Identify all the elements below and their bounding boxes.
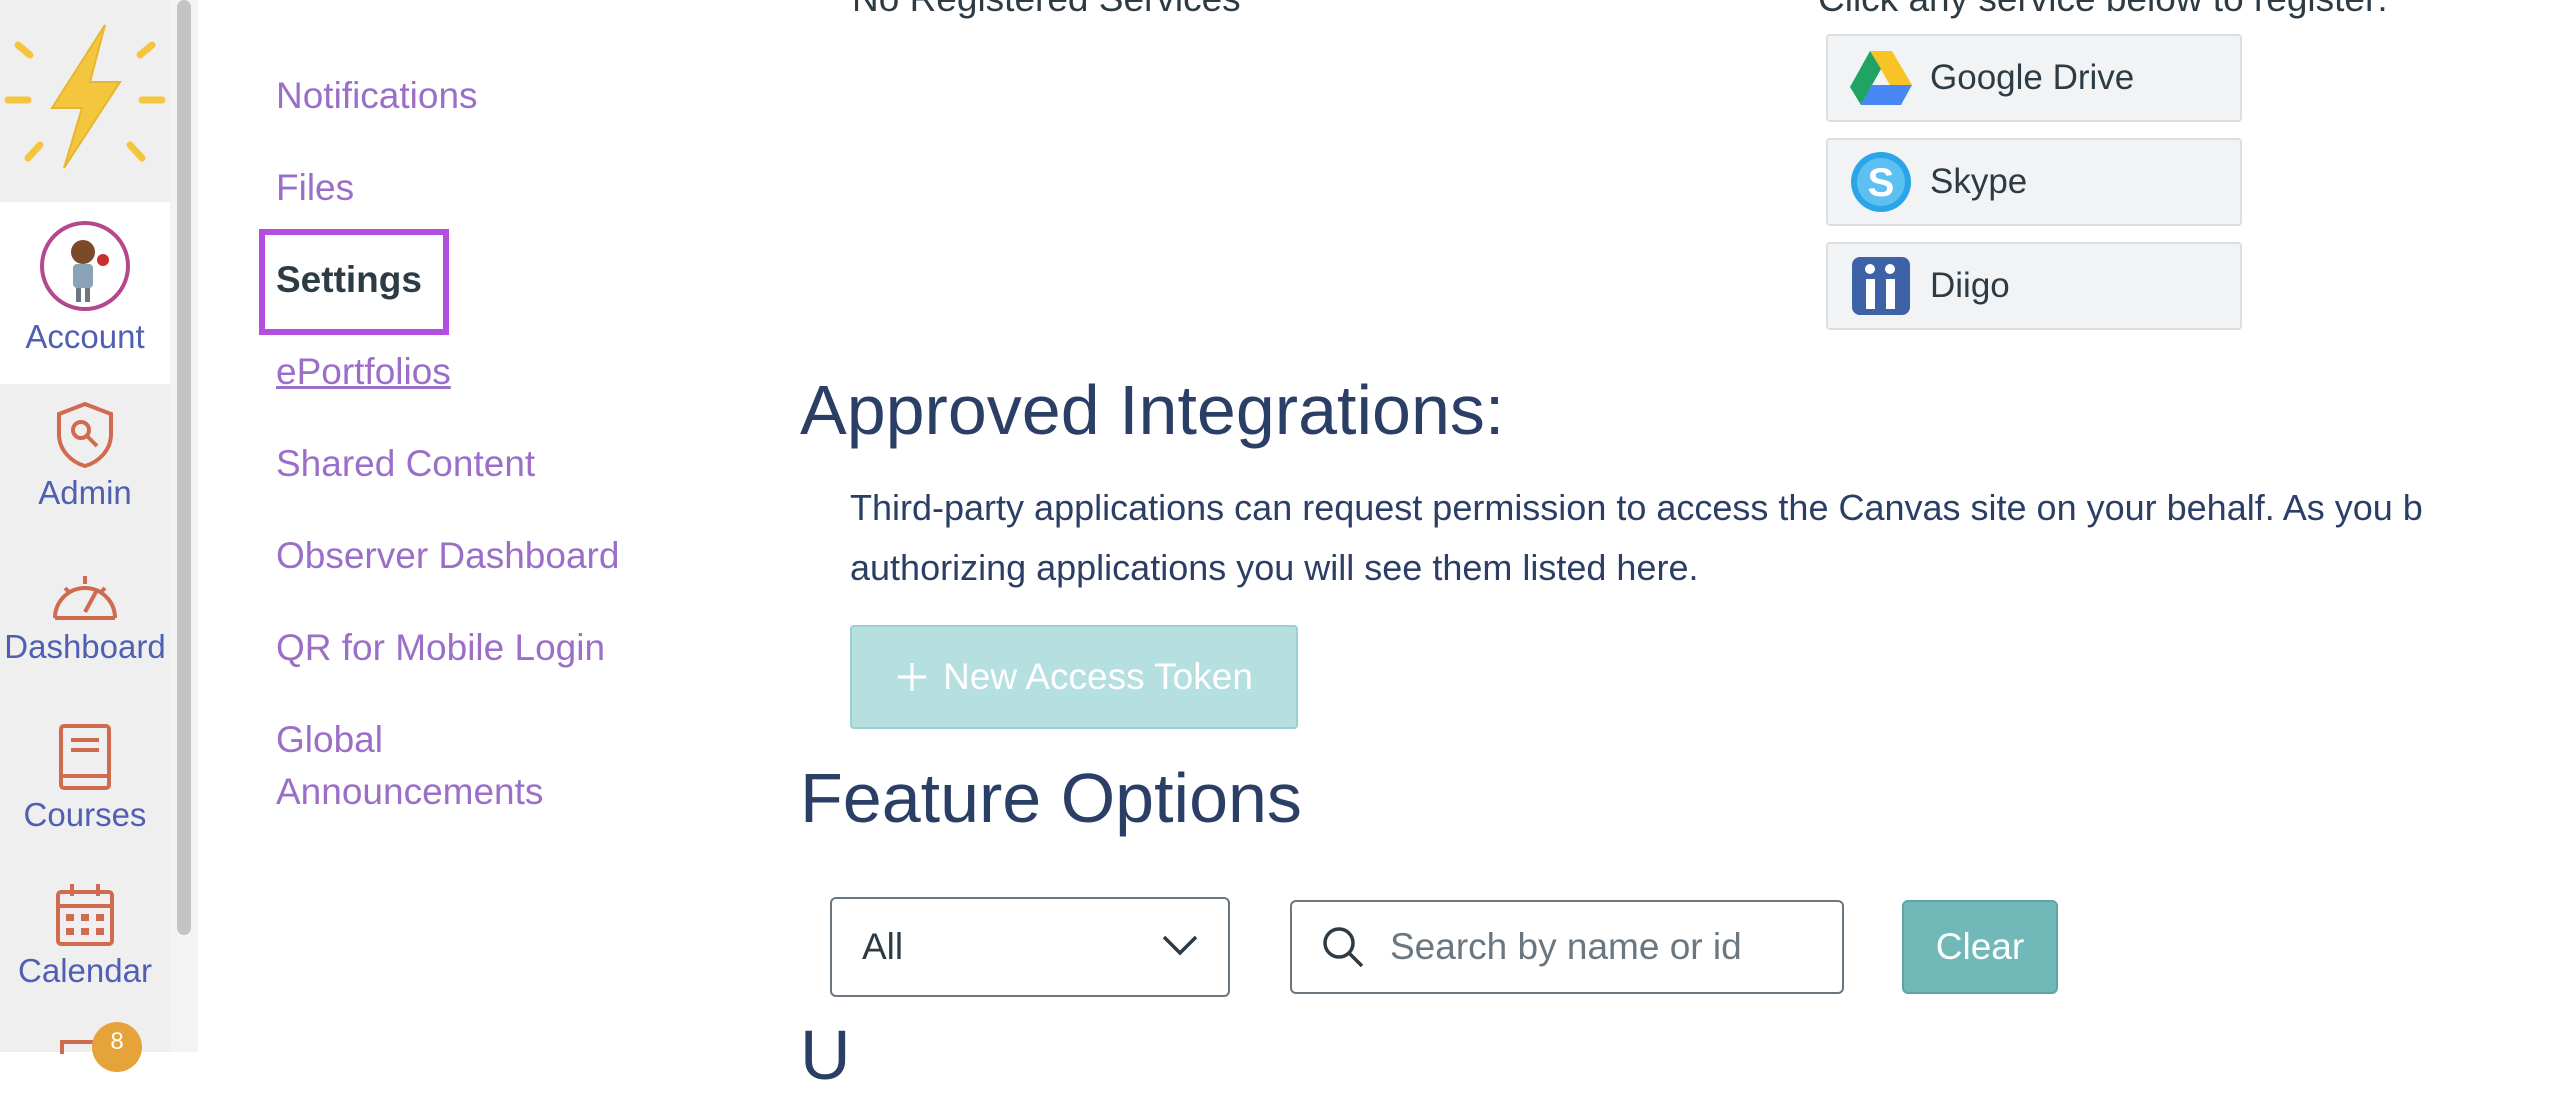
approved-integrations-description: Third-party applications can request per… (850, 478, 2554, 598)
avatar (40, 221, 130, 311)
nav-scroll-thumb[interactable] (177, 0, 191, 935)
subnav-observer-dashboard[interactable]: Observer Dashboard (276, 530, 619, 582)
diigo-label: Diigo (1930, 266, 2010, 305)
subnav-global-announcements-line2: Announcements (276, 771, 544, 812)
logo-icon[interactable] (0, 0, 170, 200)
subnav-qr-mobile-login[interactable]: QR for Mobile Login (276, 622, 605, 674)
nav-admin[interactable]: Admin (0, 400, 170, 512)
feature-filter-value: All (862, 926, 904, 967)
feature-search-box[interactable] (1290, 900, 1844, 994)
skype-button[interactable]: S Skype (1826, 138, 2242, 226)
nav-dashboard-label: Dashboard (4, 628, 166, 665)
subnav-shared-content[interactable]: Shared Content (276, 438, 535, 490)
subnav-eportfolios[interactable]: ePortfolios (276, 346, 451, 398)
global-nav: Account Admin Dashboard Courses Calendar… (0, 0, 170, 1072)
new-access-token-label: New Access Token (943, 656, 1253, 697)
subnav-global-announcements[interactable]: Global Announcements (276, 714, 543, 818)
no-registered-services-text: No Registered Services (852, 0, 1241, 20)
description-line2: authorizing applications you will see th… (850, 547, 1699, 588)
description-line1: Third-party applications can request per… (850, 487, 2423, 528)
register-prompt-text: Click any service below to register: (1818, 0, 2388, 20)
plus-icon (898, 663, 927, 691)
feature-options-heading: Feature Options (800, 759, 1302, 837)
google-drive-icon (1850, 51, 1912, 105)
nav-dashboard[interactable]: Dashboard (0, 568, 170, 666)
skype-label: Skype (1930, 162, 2028, 201)
subnav-global-announcements-line1: Global (276, 719, 383, 760)
feature-search-input[interactable] (1388, 925, 1832, 969)
nav-courses[interactable]: Courses (0, 722, 170, 834)
skype-icon: S (1851, 152, 1911, 212)
nav-courses-label: Courses (23, 796, 147, 833)
approved-integrations-heading: Approved Integrations: (800, 371, 1505, 449)
nav-calendar-label: Calendar (18, 952, 152, 989)
chevron-down-icon (1162, 935, 1198, 956)
courses-icon (59, 724, 111, 790)
google-drive-button[interactable]: Google Drive (1826, 34, 2242, 122)
nav-account[interactable]: Account (0, 202, 170, 384)
nav-calendar[interactable]: Calendar (0, 882, 170, 990)
nav-admin-label: Admin (38, 474, 132, 511)
subnav-notifications[interactable]: Notifications (276, 70, 478, 122)
clear-button[interactable]: Clear (1902, 900, 2058, 994)
svg-text:S: S (1868, 161, 1895, 205)
settings-highlight-box (259, 229, 449, 335)
next-section-heading-partial: U (800, 1016, 851, 1094)
dashboard-icon (53, 576, 117, 620)
new-access-token-button[interactable]: New Access Token (850, 625, 1298, 729)
admin-icon (57, 401, 113, 469)
diigo-icon (1852, 257, 1910, 315)
diigo-button[interactable]: Diigo (1826, 242, 2242, 330)
search-icon (1323, 927, 1364, 968)
nav-account-label: Account (25, 318, 145, 355)
inbox-badge: 8 (92, 1022, 142, 1072)
calendar-icon (56, 884, 114, 946)
subnav-files[interactable]: Files (276, 162, 354, 214)
feature-filter-select[interactable]: All (830, 897, 1230, 997)
nav-scrollbar[interactable] (170, 0, 198, 1052)
google-drive-label: Google Drive (1930, 58, 2135, 97)
